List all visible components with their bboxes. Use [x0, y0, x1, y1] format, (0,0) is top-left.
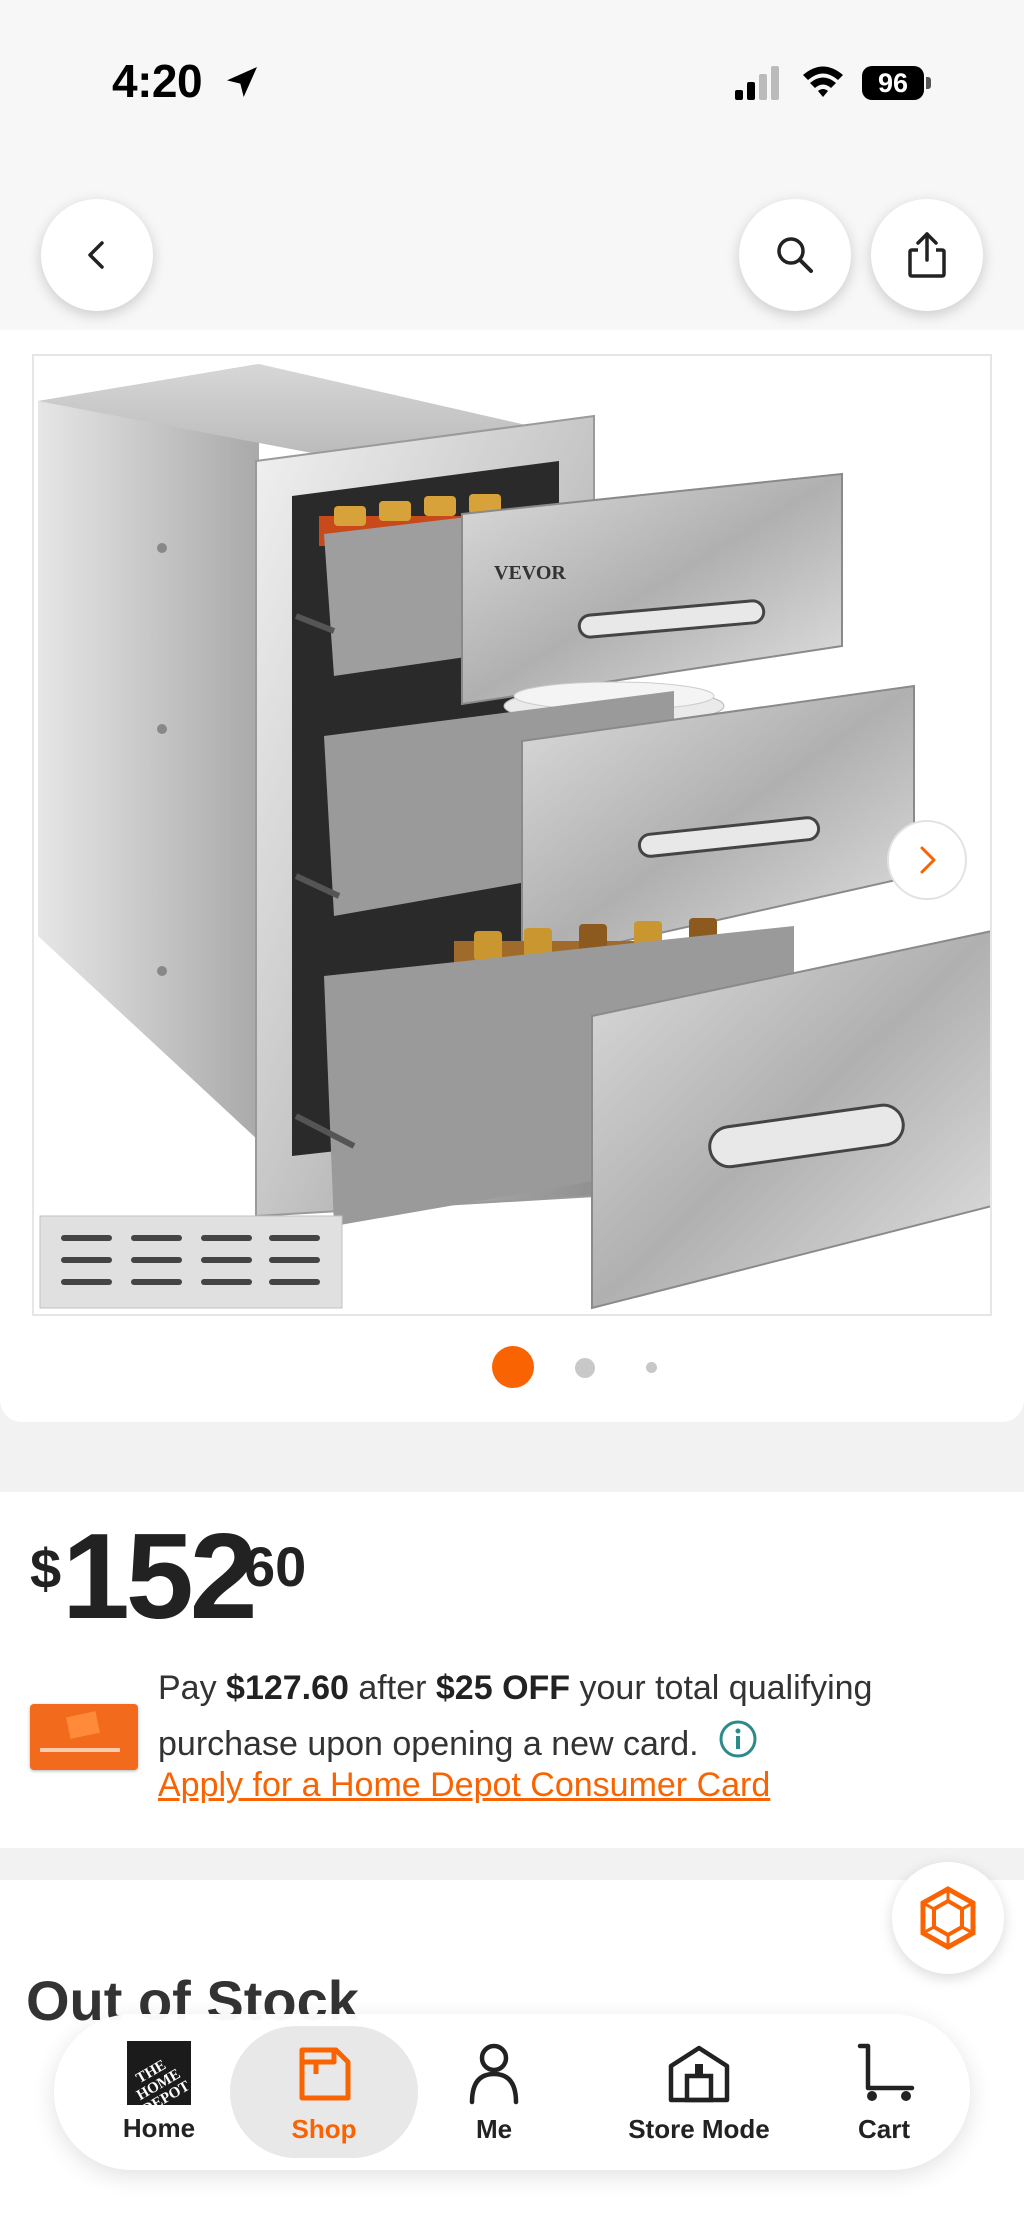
share-icon: [908, 232, 946, 278]
chevron-left-icon: [88, 241, 104, 269]
search-button[interactable]: [739, 199, 851, 311]
location-arrow-icon: [227, 67, 257, 97]
offer-pay-amount: $127.60: [226, 1669, 349, 1707]
nav-shop[interactable]: Shop: [230, 2026, 418, 2158]
cart-icon: [857, 2043, 915, 2101]
card-offer-text: Pay $127.60 after $25 OFF your total qua…: [158, 1660, 978, 1772]
next-image-button[interactable]: [887, 820, 967, 900]
back-button[interactable]: [41, 199, 153, 311]
vevor-brand-text: VEVOR: [494, 562, 566, 584]
offer-discount: $25 OFF: [435, 1669, 571, 1707]
battery-indicator: 96: [862, 66, 932, 100]
offer-after: after: [348, 1669, 436, 1707]
product-image[interactable]: VEVOR: [32, 354, 992, 1316]
apply-card-link[interactable]: Apply for a Home Depot Consumer Card: [158, 1766, 770, 1805]
wifi-icon: [803, 66, 843, 97]
info-icon[interactable]: [718, 1719, 758, 1759]
drawer-unit-illustration: VEVOR: [38, 364, 990, 1310]
carousel-dots: [0, 1346, 1024, 1390]
person-icon: [469, 2043, 519, 2104]
credit-card-icon: [30, 1704, 138, 1770]
nav-home[interactable]: THE HOME DEPOT Home: [104, 2014, 214, 2170]
carousel-dot[interactable]: [575, 1358, 595, 1378]
nav-home-label: Home: [122, 2112, 196, 2143]
status-bar: 4:20 96: [0, 0, 1024, 170]
cellular-signal-icon: [735, 66, 779, 100]
price-section: $ 152 60 Pay $127.60 after $25 OFF your …: [0, 1492, 1024, 1848]
battery-level: 96: [862, 66, 924, 100]
price-cents: 60: [244, 1535, 307, 1598]
card-number-stripe: [40, 1748, 120, 1752]
vent-panel-inset: [39, 1215, 343, 1309]
shop-icon: [299, 2047, 351, 2100]
card-logo: [66, 1711, 100, 1739]
hexagon-assistant-icon: [920, 1886, 976, 1950]
bottom-nav: THE HOME DEPOT Home Shop Me Store Mode C…: [54, 2014, 970, 2170]
product-media-section: 4:20 96 VEVOR: [0, 0, 1024, 1422]
carousel-dot[interactable]: [646, 1362, 657, 1373]
search-icon: [777, 237, 813, 273]
home-depot-logo-text: THE HOME DEPOT: [133, 2056, 191, 2105]
status-time: 4:20: [112, 55, 203, 107]
nav-store-mode-label: Store Mode: [628, 2113, 770, 2144]
price-currency: $: [30, 1537, 62, 1600]
nav-me-label: Me: [475, 2113, 513, 2144]
share-button[interactable]: [871, 199, 983, 311]
nav-cart-label: Cart: [857, 2113, 910, 2144]
battery-nub: [926, 77, 931, 89]
offer-pay-prefix: Pay: [158, 1669, 227, 1707]
chevron-right-icon: [920, 846, 936, 874]
price-whole: 152: [62, 1508, 258, 1644]
store-icon: [668, 2045, 730, 2102]
nav-me[interactable]: Me: [444, 2014, 544, 2170]
nav-store-mode[interactable]: Store Mode: [594, 2014, 804, 2170]
home-depot-logo-icon: THE HOME DEPOT: [127, 2040, 191, 2105]
nav-cart[interactable]: Cart: [834, 2014, 934, 2170]
carousel-dot-active[interactable]: [492, 1346, 534, 1388]
assistant-button[interactable]: [892, 1862, 1004, 1974]
nav-shop-label: Shop: [291, 2113, 357, 2144]
